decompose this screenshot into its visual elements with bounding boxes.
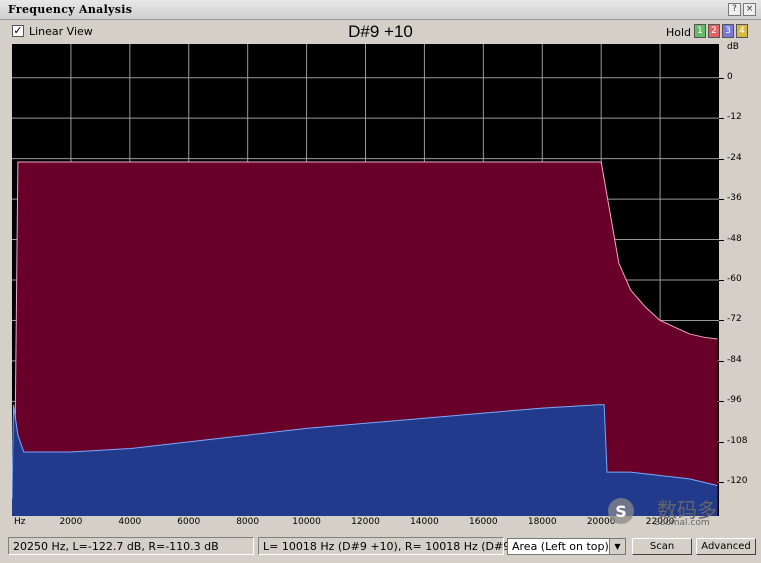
hold-label: Hold [666, 26, 692, 39]
advanced-button[interactable]: Advanced [696, 538, 756, 555]
chevron-down-icon[interactable]: ▼ [609, 539, 625, 554]
y-tick-mark [719, 77, 724, 79]
x-tick-label: 8000 [236, 517, 260, 527]
x-tick-label: 18000 [527, 517, 557, 527]
y-tick-label: -108 [727, 435, 748, 446]
window-title: Frequency Analysis [8, 3, 133, 16]
title-bar: Frequency Analysis ? × [0, 0, 761, 20]
watermark-text-url: Soomal.com [654, 518, 710, 528]
watermark-logo: S 数码多 Soomal.com [596, 494, 756, 534]
y-tick-mark [719, 239, 724, 241]
x-tick-label: 10000 [292, 517, 321, 527]
y-tick-mark [719, 482, 724, 484]
svg-text:S: S [615, 502, 627, 521]
y-tick-mark [719, 158, 724, 160]
close-button[interactable]: × [743, 3, 756, 16]
y-tick-mark [719, 401, 724, 403]
hold-button-2[interactable]: 2 [708, 24, 720, 38]
y-tick-mark [719, 441, 724, 443]
y-tick-label: 0 [727, 71, 733, 82]
x-tick-label: 16000 [469, 517, 498, 527]
y-axis-unit: dB [727, 42, 739, 52]
help-button[interactable]: ? [728, 3, 741, 16]
y-tick-label: -120 [727, 476, 748, 487]
y-tick-label: -72 [727, 314, 742, 325]
x-tick-label: 12000 [351, 517, 380, 527]
y-tick-label: -24 [727, 152, 742, 163]
y-tick-label: -48 [727, 233, 742, 244]
y-tick-label: -84 [727, 354, 742, 365]
x-axis-unit: Hz [14, 517, 26, 527]
x-tick-label: 4000 [118, 517, 142, 527]
peak-readout: L= 10018 Hz (D#9 +10), R= 10018 Hz (D#9 … [258, 537, 541, 555]
y-tick-mark [719, 280, 724, 281]
cursor-readout: 20250 Hz, L=-122.7 dB, R=-110.3 dB [8, 537, 254, 555]
hold-button-3[interactable]: 3 [722, 24, 734, 38]
scan-button[interactable]: Scan [632, 538, 692, 555]
y-tick-mark [719, 118, 724, 120]
y-tick-mark [719, 320, 724, 322]
y-tick-label: -12 [727, 112, 742, 123]
spectrum-chart[interactable] [12, 44, 719, 516]
spectrum-plot[interactable] [12, 44, 719, 516]
y-tick-label: -60 [727, 274, 742, 284]
y-tick-label: -96 [727, 395, 742, 406]
toolbar: ✓ Linear View D#9 +10 Hold 1 2 3 4 [0, 20, 761, 44]
x-tick-label: 2000 [59, 517, 83, 527]
hold-button-4[interactable]: 4 [736, 24, 748, 38]
view-mode-value: Area (Left on top) [512, 540, 609, 553]
watermark-s-icon: S [608, 498, 634, 524]
x-tick-label: 6000 [177, 517, 201, 527]
peak-note-title: D#9 +10 [348, 22, 413, 41]
status-bar: 20250 Hz, L=-122.7 dB, R=-110.3 dB L= 10… [0, 534, 761, 563]
y-tick-mark [719, 199, 724, 201]
view-mode-select[interactable]: Area (Left on top) ▼ [507, 538, 626, 555]
y-tick-label: -36 [727, 193, 742, 204]
x-tick-label: 14000 [410, 517, 439, 527]
y-tick-mark [719, 360, 724, 362]
hold-button-1[interactable]: 1 [694, 24, 706, 38]
